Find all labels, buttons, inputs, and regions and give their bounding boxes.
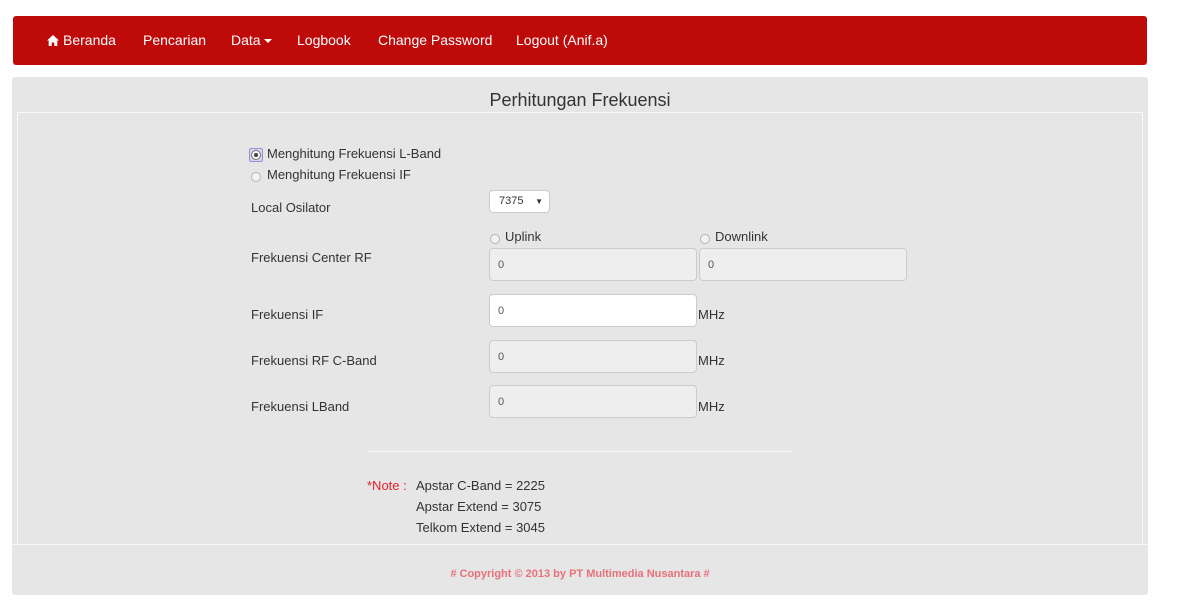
note-line: Apstar C-Band = 2225	[416, 478, 545, 493]
home-icon	[47, 35, 59, 46]
uplink-input[interactable]	[489, 248, 697, 281]
nav-home-label: Beranda	[63, 32, 116, 48]
note-line: Apstar Extend = 3075	[416, 499, 542, 514]
center-rf-label: Frekuensi Center RF	[251, 250, 372, 265]
radio-lband-label: Menghitung Frekuensi L-Band	[267, 146, 442, 161]
main-panel	[12, 77, 1148, 595]
nav-data-label: Data	[231, 32, 261, 48]
footer-copyright: # Copyright © 2013 by PT Multimedia Nusa…	[450, 568, 710, 580]
footer-divider	[12, 544, 1148, 545]
note-prefix: *Note :	[367, 478, 407, 493]
if-input[interactable]	[489, 294, 697, 327]
nav-change-password-link[interactable]: Change Password	[378, 16, 492, 65]
section-divider	[367, 451, 793, 452]
local-osc-select[interactable]: 7375 ▼	[489, 190, 550, 213]
nav-home-link[interactable]: Beranda	[47, 16, 116, 65]
nav-data-dropdown[interactable]: Data	[231, 16, 272, 65]
nav-logout-link[interactable]: Logout (Anif.a)	[516, 16, 608, 65]
radio-if[interactable]	[251, 172, 261, 182]
page-title: Perhitungan Frekuensi	[489, 90, 671, 110]
lband-input[interactable]	[489, 385, 697, 418]
form-container	[17, 112, 1143, 545]
note-line: Telkom Extend = 3045	[416, 520, 545, 535]
downlink-label: Downlink	[715, 229, 768, 244]
lband-label: Frekuensi LBand	[251, 399, 350, 414]
if-label: Frekuensi IF	[251, 307, 324, 322]
rf-cband-unit: MHz	[698, 353, 725, 368]
uplink-label: Uplink	[505, 229, 542, 244]
local-osc-value: 7375	[499, 195, 524, 207]
rf-cband-label: Frekuensi RF C-Band	[251, 353, 377, 368]
radio-downlink[interactable]	[700, 234, 710, 244]
lband-unit: MHz	[698, 399, 725, 414]
nav-search-link[interactable]: Pencarian	[143, 16, 206, 65]
radio-lband[interactable]	[251, 150, 261, 160]
chevron-down-icon	[263, 39, 272, 43]
rf-cband-input[interactable]	[489, 340, 697, 373]
nav-logbook-link[interactable]: Logbook	[297, 16, 351, 65]
local-osc-label: Local Osilator	[251, 200, 331, 215]
if-unit: MHz	[698, 307, 725, 322]
radio-uplink[interactable]	[490, 234, 500, 244]
downlink-input[interactable]	[699, 248, 907, 281]
navbar: Beranda Pencarian Data Logbook Change Pa…	[13, 16, 1147, 65]
dropdown-arrow-icon: ▼	[535, 197, 543, 206]
radio-if-label: Menghitung Frekuensi IF	[267, 167, 411, 182]
